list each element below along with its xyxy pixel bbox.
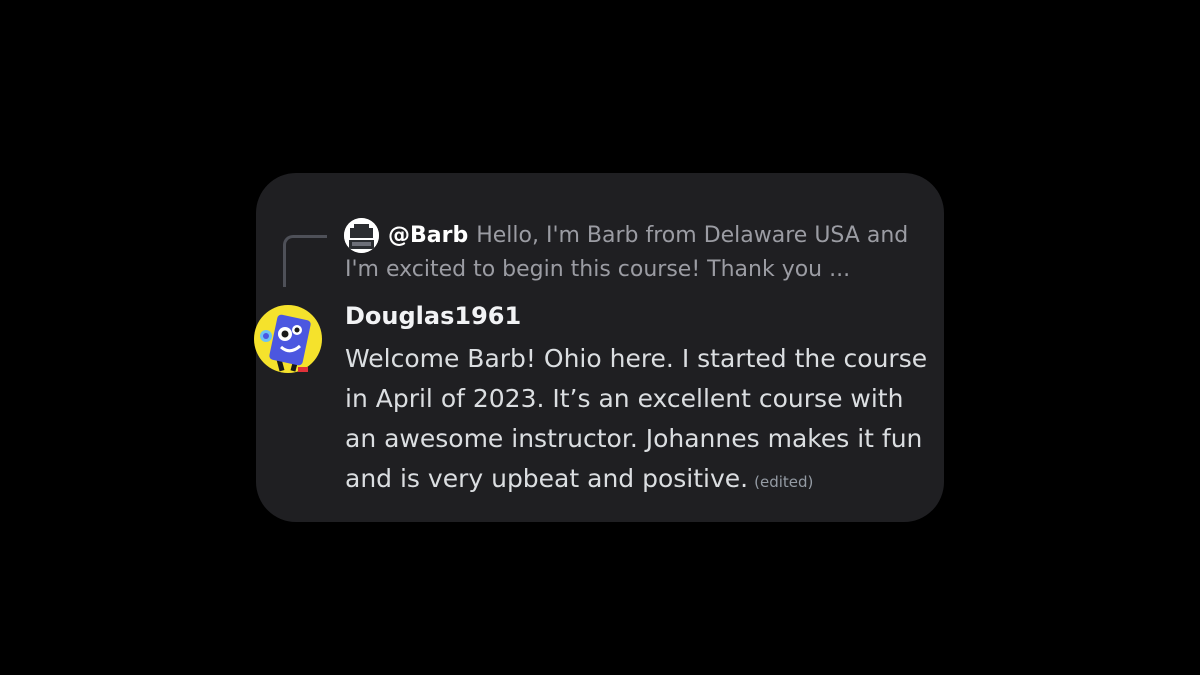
message-line-4: and is very upbeat and positive. (edited) [345,459,945,502]
message-line-2: in April of 2023. It’s an excellent cour… [345,384,904,413]
message-line-3: an awesome instructor. Johannes makes it… [345,424,923,453]
message-body: Welcome Barb! Ohio here. I started the c… [345,339,945,502]
reply-preview-line-1[interactable]: @Barb Hello, I'm Barb from Delaware USA a… [388,220,908,252]
message-line-4-text: and is very upbeat and positive. [345,464,749,493]
reply-connector-line [283,235,327,287]
message-author-name[interactable]: Douglas1961 [345,299,521,333]
reply-author-name[interactable]: @Barb [388,223,468,248]
message-line-1: Welcome Barb! Ohio here. I started the c… [345,344,928,373]
reply-preview-line-2[interactable]: I'm excited to begin this course! Thank … [345,254,850,286]
user-avatar[interactable] [254,303,322,377]
blue-robot-avatar-icon [254,305,322,373]
edited-label: (edited) [754,473,814,491]
reply-avatar-icon[interactable] [344,218,379,253]
reply-preview-text: Hello, I'm Barb from Delaware USA and [476,223,909,248]
